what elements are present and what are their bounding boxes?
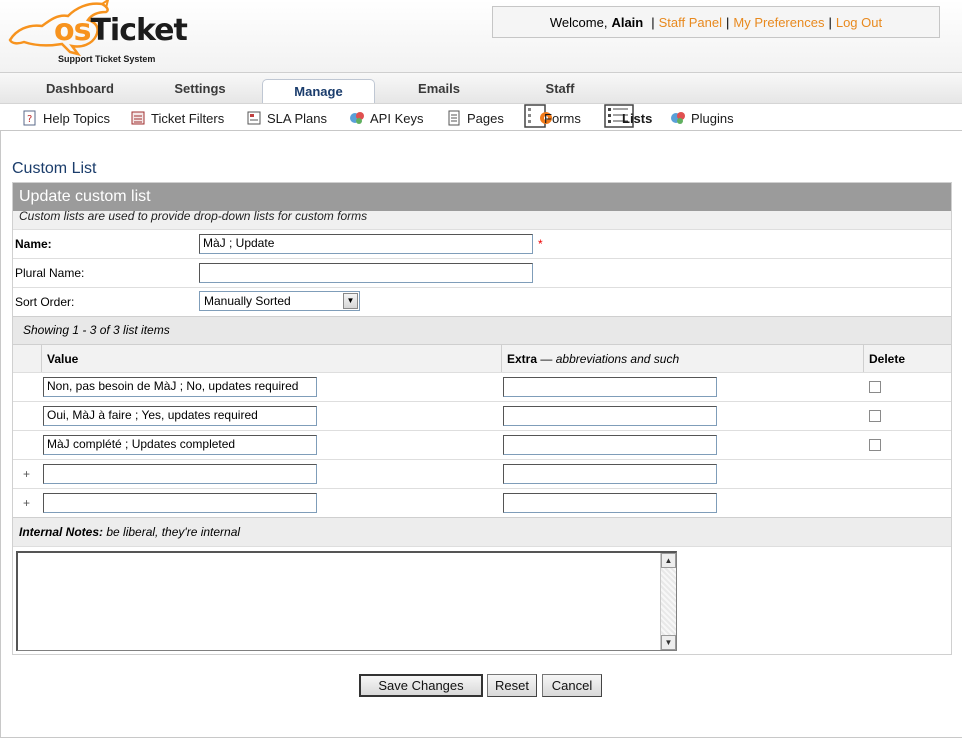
extra-column-header: Extra — abbreviations and such (507, 352, 680, 366)
subnav-forms[interactable]: Forms (524, 104, 581, 128)
sla-plans-icon (247, 111, 261, 125)
list-item-value-input[interactable]: Oui, MàJ à faire ; Yes, updates required (43, 406, 317, 426)
textarea-scrollbar[interactable]: ▲ ▼ (660, 553, 676, 650)
plural-name-input[interactable] (199, 263, 533, 283)
plugins-icon (671, 112, 685, 124)
welcome-box: Welcome, Alain | Staff Panel | My Prefer… (492, 6, 940, 38)
save-changes-button[interactable]: Save Changes (359, 674, 483, 697)
api-keys-icon (350, 112, 364, 124)
list-item-value-input[interactable]: Non, pas besoin de MàJ ; No, updates req… (43, 377, 317, 397)
list-item-row: MàJ complété ; Updates completed (13, 430, 951, 459)
scroll-down-icon[interactable]: ▼ (661, 635, 676, 650)
svg-text:?: ? (27, 114, 32, 125)
custom-list-form: Update custom list Custom lists are used… (12, 182, 952, 655)
ticket-filters-icon (131, 111, 145, 125)
new-item-value-input[interactable] (43, 493, 317, 513)
value-column-header: Value (47, 352, 79, 366)
reset-button[interactable]: Reset (487, 674, 537, 697)
internal-notes-section: ▲ ▼ (13, 546, 951, 654)
tab-settings[interactable]: Settings (170, 81, 230, 96)
tab-staff[interactable]: Staff (542, 81, 578, 96)
list-item-value-input[interactable]: MàJ complété ; Updates completed (43, 435, 317, 455)
header: osTicket Support Ticket System Welcome, … (0, 0, 962, 72)
new-item-value-input[interactable] (43, 464, 317, 484)
log-out-link[interactable]: Log Out (836, 15, 882, 30)
sort-order-label: Sort Order: (15, 295, 75, 309)
logo[interactable]: osTicket Support Ticket System (6, 0, 196, 70)
sort-order-row: Sort Order: Manually Sorted ▼ (13, 287, 951, 316)
user-name: Alain (611, 14, 644, 30)
list-item-row: Oui, MàJ à faire ; Yes, updates required (13, 401, 951, 430)
subnav-lists[interactable]: Lists (604, 104, 652, 128)
cancel-button[interactable]: Cancel (542, 674, 602, 697)
subnav-api-keys[interactable]: API Keys (349, 109, 423, 127)
delete-checkbox[interactable] (869, 381, 881, 393)
staff-panel-link[interactable]: Staff Panel (659, 15, 722, 30)
logo-subtitle: Support Ticket System (58, 54, 156, 64)
form-header: Update custom list Custom lists are used… (13, 183, 951, 229)
logo-wordmark: osTicket (54, 13, 188, 48)
internal-notes-hint: be liberal, they're internal (106, 525, 241, 539)
list-items-header: Value Extra — abbreviations and such Del… (13, 344, 951, 373)
delete-checkbox[interactable] (869, 410, 881, 422)
required-mark: * (538, 237, 543, 251)
sort-order-value: Manually Sorted (204, 294, 291, 308)
add-row-marker: + (23, 496, 31, 510)
form-description: Custom lists are used to provide drop-do… (19, 209, 368, 223)
list-item-row: Non, pas besoin de MàJ ; No, updates req… (13, 372, 951, 401)
tab-manage[interactable]: Manage (262, 79, 375, 105)
tab-dashboard[interactable]: Dashboard (42, 81, 118, 96)
subnav-ticket-filters[interactable]: Ticket Filters (130, 109, 224, 127)
form-heading: Update custom list (13, 183, 951, 211)
subnav-plugins[interactable]: Plugins (670, 109, 734, 127)
internal-notes-textarea[interactable]: ▲ ▼ (16, 551, 677, 651)
plural-name-label: Plural Name: (15, 266, 85, 280)
new-list-item-row: + (13, 488, 951, 517)
tab-emails[interactable]: Emails (414, 81, 464, 96)
welcome-text: Welcome, (549, 14, 608, 30)
subnav-pages[interactable]: Pages (446, 109, 504, 127)
chevron-down-icon[interactable]: ▼ (343, 293, 358, 309)
subnav-help-topics[interactable]: ? Help Topics (22, 109, 110, 127)
internal-notes-header: Internal Notes: be liberal, they're inte… (13, 517, 951, 546)
name-label: Name: (15, 237, 52, 251)
new-list-item-row: + (13, 459, 951, 488)
main-nav: Dashboard Settings Manage Emails Staff (0, 72, 962, 105)
plural-name-row: Plural Name: (13, 258, 951, 287)
name-input[interactable]: MàJ ; Update (199, 234, 533, 254)
pages-icon (448, 110, 460, 126)
my-preferences-link[interactable]: My Preferences (733, 15, 824, 30)
list-item-extra-input[interactable] (503, 377, 717, 397)
delete-checkbox[interactable] (869, 439, 881, 451)
delete-column-header: Delete (869, 352, 906, 366)
help-topics-icon: ? (23, 110, 36, 126)
subnav-sla-plans[interactable]: SLA Plans (246, 109, 327, 127)
sort-order-select[interactable]: Manually Sorted ▼ (199, 291, 360, 311)
scroll-up-icon[interactable]: ▲ (661, 553, 676, 568)
add-row-marker: + (23, 467, 31, 481)
sub-nav: ? Help Topics Ticket Filters SLA Plans A… (0, 103, 962, 131)
new-item-extra-input[interactable] (503, 493, 717, 513)
internal-notes-label: Internal Notes: (19, 525, 104, 539)
list-item-extra-input[interactable] (503, 406, 717, 426)
new-item-extra-input[interactable] (503, 464, 717, 484)
list-items-count: Showing 1 - 3 of 3 list items (13, 316, 951, 344)
page-title: Custom List (12, 160, 97, 177)
list-item-extra-input[interactable] (503, 435, 717, 455)
name-row: Name: MàJ ; Update * (13, 229, 951, 258)
